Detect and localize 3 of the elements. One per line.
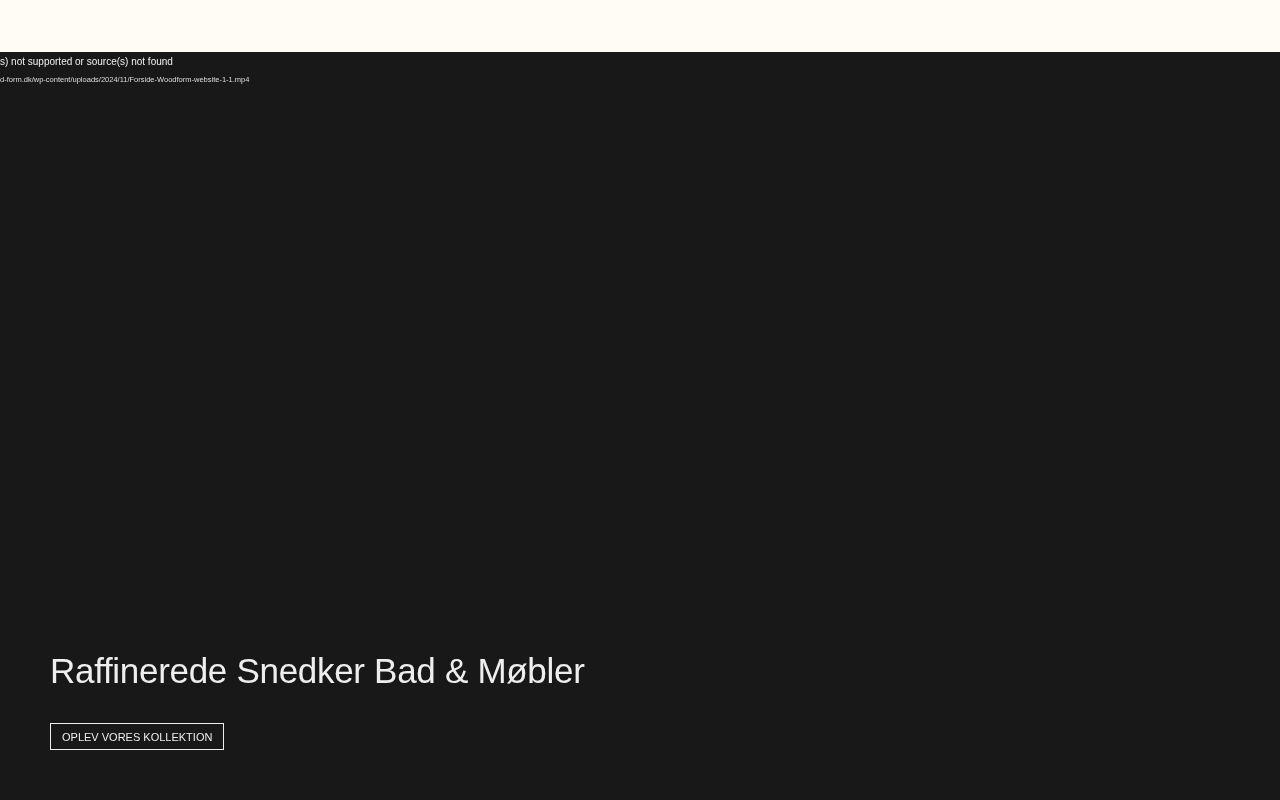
collection-button[interactable]: OPLEV VORES KOLLEKTION	[50, 723, 225, 750]
video-error-message: s) not supported or source(s) not found	[0, 56, 173, 68]
hero-heading: Raffinerede Snedker Bad & Møbler	[50, 650, 585, 692]
